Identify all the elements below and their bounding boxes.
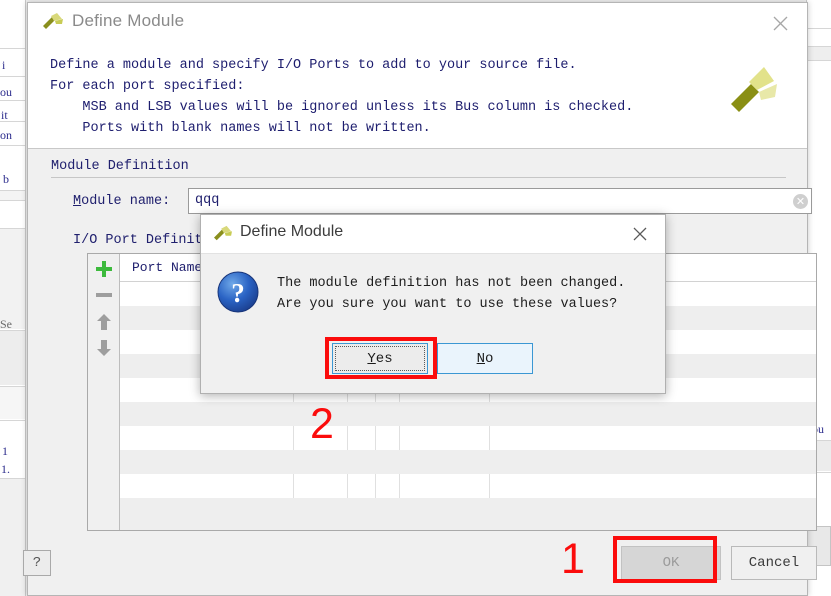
cancel-button[interactable]: Cancel bbox=[731, 546, 817, 580]
yes-button-accel: Y bbox=[367, 350, 376, 367]
background-panel bbox=[0, 387, 26, 419]
column-separator bbox=[375, 426, 376, 450]
background-divider bbox=[806, 60, 831, 61]
no-button[interactable]: No bbox=[437, 343, 533, 374]
background-text-fragment: it bbox=[1, 108, 8, 122]
confirm-message: The module definition has not been chang… bbox=[277, 276, 626, 312]
close-icon[interactable] bbox=[625, 221, 655, 247]
yes-button[interactable]: Yes bbox=[332, 343, 428, 374]
xilinx-logo-icon bbox=[727, 64, 785, 122]
background-panel bbox=[0, 479, 26, 596]
move-port-up-button[interactable] bbox=[93, 311, 115, 333]
section-divider bbox=[51, 177, 786, 178]
background-panel bbox=[0, 331, 26, 385]
background-panel bbox=[806, 47, 831, 60]
column-separator bbox=[347, 474, 348, 498]
column-separator bbox=[293, 426, 294, 450]
table-row[interactable] bbox=[120, 402, 816, 426]
background-text-fragment: 1 bbox=[2, 444, 8, 458]
svg-text:?: ? bbox=[231, 278, 245, 308]
instructions-panel: Define a module and specify I/O Ports to… bbox=[28, 42, 807, 149]
background-panel bbox=[0, 229, 26, 329]
background-panel bbox=[0, 191, 26, 200]
column-separator bbox=[293, 474, 294, 498]
table-row[interactable] bbox=[120, 450, 816, 474]
background-divider bbox=[0, 200, 26, 201]
confirm-dialog-titlebar: Define Module bbox=[201, 215, 665, 254]
column-header-port-name: Port Name bbox=[132, 260, 203, 275]
no-button-label: o bbox=[485, 350, 494, 367]
dialog-title: Define Module bbox=[72, 11, 185, 30]
background-text-fragment: 1. bbox=[1, 462, 10, 476]
background-divider bbox=[0, 420, 26, 421]
background-text-fragment: b bbox=[3, 172, 9, 186]
add-port-button[interactable] bbox=[93, 258, 115, 280]
table-row[interactable] bbox=[120, 474, 816, 498]
confirm-dialog: Define Module ? The module definition ha… bbox=[200, 214, 666, 394]
module-name-label: Module name: bbox=[73, 194, 170, 209]
background-text-fragment: ou bbox=[0, 85, 12, 99]
column-separator bbox=[347, 426, 348, 450]
background-divider bbox=[25, 0, 26, 596]
background-divider bbox=[0, 100, 26, 101]
column-separator bbox=[399, 474, 400, 498]
module-definition-section-title: Module Definition bbox=[51, 159, 189, 174]
ok-button[interactable]: OK bbox=[621, 546, 721, 580]
port-table-toolbar bbox=[88, 254, 120, 530]
vivado-logo-icon bbox=[213, 225, 233, 243]
yes-button-label: es bbox=[375, 350, 393, 367]
confirm-dialog-title: Define Module bbox=[240, 223, 344, 240]
column-separator bbox=[489, 426, 490, 450]
background-divider bbox=[0, 145, 26, 146]
background-text-fragment: Se bbox=[0, 317, 12, 331]
question-icon: ? bbox=[215, 269, 261, 315]
column-separator bbox=[489, 474, 490, 498]
dialog-titlebar: Define Module bbox=[28, 3, 807, 43]
column-separator bbox=[375, 474, 376, 498]
background-divider bbox=[0, 76, 26, 77]
table-row[interactable] bbox=[120, 426, 816, 450]
vivado-logo-icon bbox=[42, 12, 64, 32]
background-text-fragment: i bbox=[2, 58, 6, 72]
move-port-down-button[interactable] bbox=[93, 337, 115, 359]
remove-port-button[interactable] bbox=[93, 284, 115, 306]
module-name-label-accel: M bbox=[73, 194, 82, 209]
background-divider bbox=[0, 48, 26, 49]
background-text-fragment: on bbox=[0, 128, 12, 142]
table-row[interactable] bbox=[120, 498, 816, 530]
column-separator bbox=[399, 426, 400, 450]
instructions-text: Define a module and specify I/O Ports to… bbox=[50, 58, 634, 136]
no-button-accel: N bbox=[476, 350, 485, 367]
dialog-footer: ? OK Cancel bbox=[23, 532, 817, 594]
help-button[interactable]: ? bbox=[23, 550, 51, 576]
module-name-input[interactable]: qqq bbox=[188, 188, 812, 214]
module-name-label-rest: odule name: bbox=[81, 194, 171, 209]
clear-circle-icon[interactable]: ✕ bbox=[793, 194, 808, 209]
close-icon[interactable] bbox=[763, 9, 797, 37]
background-divider bbox=[806, 28, 831, 29]
